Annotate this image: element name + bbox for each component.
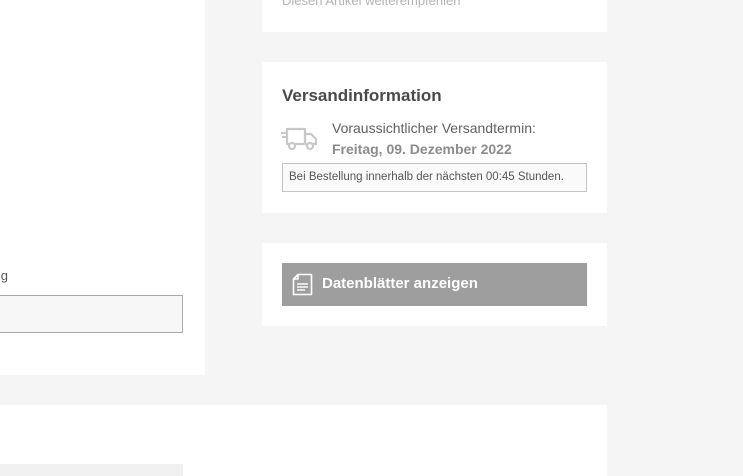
shipping-info-panel: Versandinformation Voraussichtlicher Ver… (262, 62, 607, 213)
show-datasheets-label: Datenblätter anzeigen (322, 275, 478, 292)
recommend-article-link[interactable]: Diesen Artikel weiterempfehlen (282, 0, 460, 8)
form-field-label: g (0, 268, 8, 283)
bottom-tab-strip (0, 464, 183, 476)
estimated-shipping-date: Freitag, 09. Dezember 2022 (332, 141, 512, 157)
show-datasheets-button[interactable]: Datenblätter anzeigen (282, 263, 587, 306)
shipping-info-title: Versandinformation (282, 86, 442, 105)
bottom-panel (0, 405, 607, 476)
datasheet-panel: Datenblätter anzeigen (262, 243, 607, 326)
share-panel: Diesen Artikel weiterempfehlen (262, 0, 607, 32)
form-input-field[interactable] (0, 295, 183, 333)
order-deadline-note: Bei Bestellung innerhalb der nächsten 00… (282, 163, 587, 192)
truck-icon (281, 127, 318, 151)
document-icon (292, 273, 313, 296)
estimated-shipping-label: Voraussichtlicher Versandtermin: (332, 120, 536, 136)
left-panel: g (0, 0, 205, 375)
